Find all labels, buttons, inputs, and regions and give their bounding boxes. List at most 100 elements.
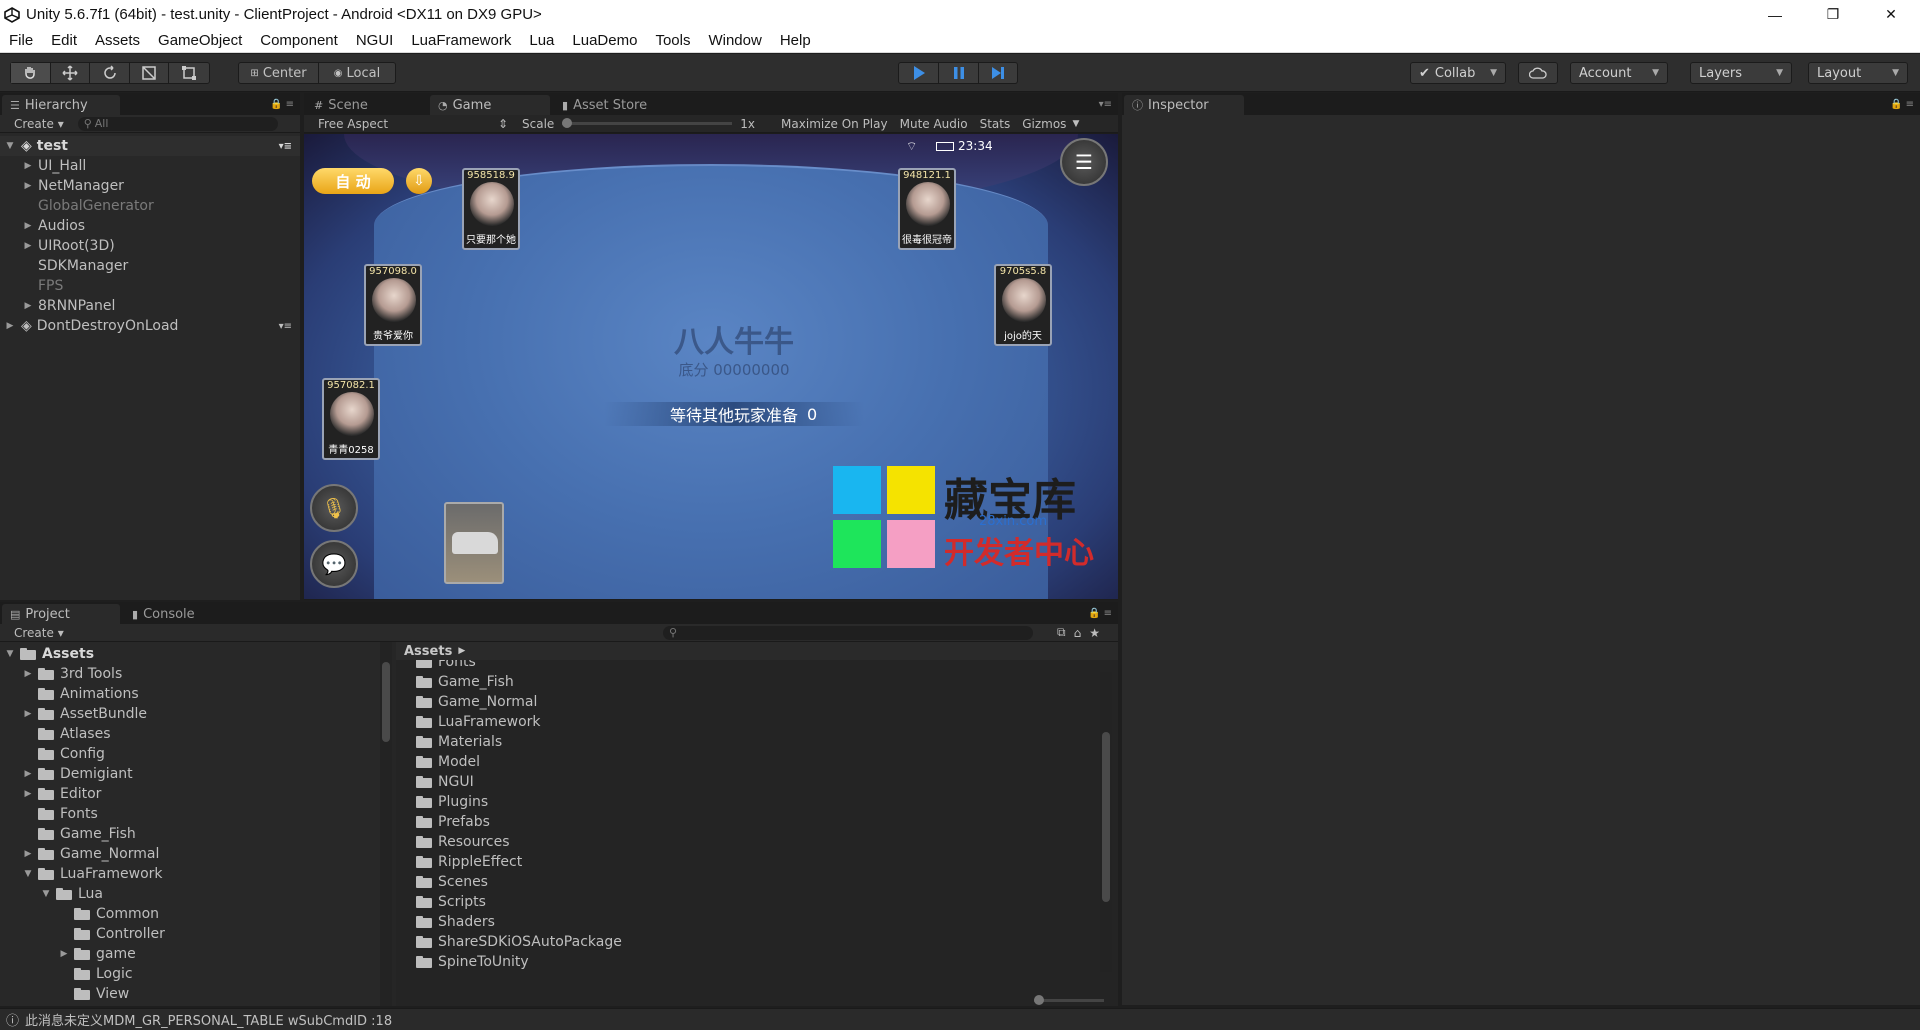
hierarchy-item[interactable]: SDKManager [0,256,300,276]
menu-lua[interactable]: Lua [520,32,563,49]
pivot-center-button[interactable]: ⊞ Center [239,63,319,83]
tree-item[interactable]: ▶ game [0,944,380,964]
tree-item[interactable]: Config [0,744,380,764]
tree-item-assets[interactable]: ▼ Assets [0,644,380,664]
panel-menu-icon[interactable]: ▾≡ [1099,99,1112,110]
menu-component[interactable]: Component [251,32,347,49]
menu-help[interactable]: Help [771,32,820,49]
tab-hierarchy[interactable]: ☰ Hierarchy [2,95,120,115]
tag-icon[interactable]: ⌂ [1074,626,1082,640]
asset-folder-item[interactable]: Scenes [396,872,1118,892]
tree-item[interactable]: ▶ Editor [0,784,380,804]
tab-scene[interactable]: # Scene [306,95,426,115]
stats-toggle[interactable]: Stats [980,117,1011,131]
asset-folder-item[interactable]: RippleEffect [396,852,1118,872]
hierarchy-item[interactable]: GlobalGenerator [0,196,300,216]
tab-asset-store[interactable]: ▮ Asset Store [554,95,674,115]
chevron-down-icon[interactable]: ▼ [4,649,16,659]
hierarchy-item[interactable]: ▶ 8RNNPanel [0,296,300,316]
scene-row-test[interactable]: ▼ ◈ test ▾≡ [0,136,300,156]
tree-item[interactable]: Game_Fish [0,824,380,844]
mute-audio-toggle[interactable]: Mute Audio [900,117,968,131]
menu-ngui[interactable]: NGUI [347,32,403,49]
tab-console[interactable]: ▮ Console [124,604,244,624]
chevron-right-icon[interactable]: ▶ [22,181,34,191]
scrollbar-thumb[interactable] [1102,732,1110,902]
hierarchy-item[interactable]: FPS [0,276,300,296]
hierarchy-item[interactable]: ▶ UIRoot(3D) [0,236,300,256]
status-bar[interactable]: ⓘ 此消息未定义MDM_GR_PERSONAL_TABLE wSubCmdID … [0,1008,1920,1030]
asset-folder-item[interactable]: Game_Fish [396,672,1118,692]
pause-button[interactable] [939,63,979,83]
tree-item[interactable]: Common [0,904,380,924]
close-button[interactable]: ✕ [1862,0,1920,29]
layers-dropdown[interactable]: Layers ▼ [1690,62,1792,84]
breadcrumb-item[interactable]: Assets [404,644,452,659]
tree-item[interactable]: ▶ Game_Normal [0,844,380,864]
asset-folder-item[interactable]: Model [396,752,1118,772]
tree-item[interactable]: ▶ AssetBundle [0,704,380,724]
layout-dropdown[interactable]: Layout ▼ [1808,62,1908,84]
scene-menu-icon[interactable]: ▾≡ [279,321,292,332]
game-viewport[interactable]: 八人牛牛 底分 00000000 自 动 ⇩ ⌔ 23:34 ☰ 958518.… [304,134,1118,599]
star-icon[interactable]: ★ [1089,626,1100,640]
project-search-input[interactable]: ⚲ [663,625,1034,640]
chevron-down-icon[interactable]: ▼ [22,869,34,879]
move-tool-button[interactable] [51,63,91,83]
chevron-right-icon[interactable]: ▶ [22,789,34,799]
player-seat[interactable]: 957082.1 青青0258 [322,378,380,460]
scale-slider[interactable] [562,118,733,128]
download-button[interactable]: ⇩ [406,168,432,194]
tree-item[interactable]: Animations [0,684,380,704]
tree-item[interactable]: ▼ Lua [0,884,380,904]
player-seat[interactable]: 958518.9 只要那个她 [462,168,520,250]
hierarchy-create-button[interactable]: Create ▾ [14,117,64,131]
chevron-right-icon[interactable]: ▶ [22,849,34,859]
asset-folder-item[interactable]: Shaders [396,912,1118,932]
menu-file[interactable]: File [0,32,42,49]
asset-folder-item[interactable]: Materials [396,732,1118,752]
collab-dropdown[interactable]: ✔ Collab ▼ [1410,62,1506,84]
panel-menu-icon[interactable]: 🔒 ≡ [1088,608,1112,619]
pivot-local-button[interactable]: ◉ Local [319,63,395,83]
tree-item[interactable]: View [0,984,380,1004]
player-seat[interactable]: 948121.1 很毒很冠帝 [898,168,956,250]
chevron-right-icon[interactable]: ▶ [22,301,34,311]
chevron-down-icon[interactable]: ▼ [4,141,16,151]
hierarchy-item[interactable]: ▶ Audios [0,216,300,236]
tree-item[interactable]: ▶ Demigiant [0,764,380,784]
asset-folder-item[interactable]: Plugins [396,792,1118,812]
asset-folder-item[interactable]: Prefabs [396,812,1118,832]
voice-button[interactable]: 🎙 [310,484,358,532]
tab-project[interactable]: ▤ Project [2,604,120,624]
menu-assets[interactable]: Assets [86,32,149,49]
panel-menu-icon[interactable]: 🔒 ≡ [270,99,294,110]
scene-menu-icon[interactable]: ▾≡ [279,141,292,152]
hierarchy-item[interactable]: ▶ NetManager [0,176,300,196]
asset-list-scrollbar[interactable] [1100,672,1112,972]
asset-folder-item[interactable]: SpineToUnity [396,952,1118,972]
menu-luaframework[interactable]: LuaFramework [402,32,520,49]
rect-tool-button[interactable] [169,63,209,83]
chevron-right-icon[interactable]: ▶ [22,769,34,779]
chevron-down-icon[interactable]: ▼ [40,889,52,899]
rotate-tool-button[interactable] [90,63,130,83]
tree-item[interactable]: Logic [0,964,380,984]
chevron-right-icon[interactable]: ▶ [22,241,34,251]
chat-button[interactable]: 💬 [310,540,358,588]
menu-luademo[interactable]: LuaDemo [563,32,646,49]
step-button[interactable] [979,63,1017,83]
asset-folder-item[interactable]: Scripts [396,892,1118,912]
icon-size-slider[interactable] [1034,995,1104,1005]
auto-button[interactable]: 自 动 [312,168,394,194]
menu-button[interactable]: ☰ [1060,138,1108,186]
chevron-right-icon[interactable]: ▶ [4,321,16,331]
asset-folder-item[interactable]: LuaFramework [396,712,1118,732]
hand-tool-button[interactable] [11,63,51,83]
hierarchy-search-input[interactable]: ⚲ All [77,116,278,131]
scale-tool-button[interactable] [130,63,170,83]
chevron-right-icon[interactable]: ▶ [58,949,70,959]
player-seat[interactable]: 957098.0 贵爷爱你 [364,264,422,346]
player-seat[interactable]: 9705s5.8 jojo的天 [994,264,1052,346]
panel-menu-icon[interactable]: 🔒 ≡ [1890,99,1914,110]
